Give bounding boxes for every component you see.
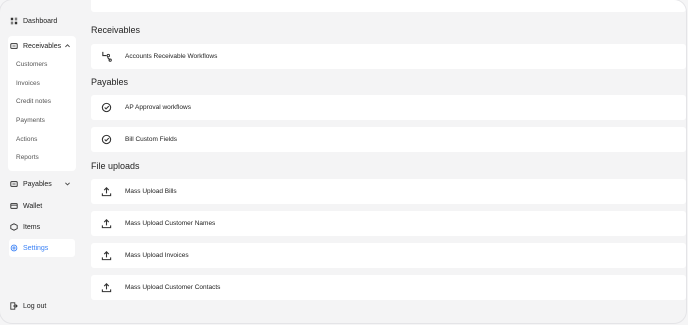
settings-row-label: Bill Custom Fields [125,136,178,143]
sidebar-item-invoices[interactable]: Invoices [16,80,40,87]
chevron-up-icon[interactable] [64,42,71,49]
settings-row-upload-invoices[interactable]: Mass Upload Invoices [91,243,686,268]
items-icon [10,223,18,231]
logout-icon [10,302,18,310]
section-title-receivables: Receivables [91,25,141,35]
section-title-file-uploads: File uploads [91,161,140,171]
sidebar-item-dashboard[interactable]: Dashboard [10,12,75,30]
settings-row-ap-workflows[interactable]: AP Approval workflows [91,95,686,120]
check-circle-icon [101,102,112,113]
settings-row-partial[interactable] [91,0,686,12]
sidebar-item-label: Settings [23,244,49,252]
sidebar-item-wallet[interactable]: Wallet [10,197,75,215]
settings-row-label: AP Approval workflows [125,104,191,111]
wallet-icon [10,203,18,209]
sidebar: Dashboard Receivables Customers Invoices… [0,0,84,323]
upload-icon [101,283,112,293]
chevron-down-icon[interactable] [64,180,71,187]
sidebar-item-label: Wallet [23,202,43,210]
sidebar-item-credit-notes[interactable]: Credit notes [16,98,51,105]
sidebar-item-reports[interactable]: Reports [16,154,39,161]
settings-row-upload-bills[interactable]: Mass Upload Bills [91,179,686,204]
settings-row-upload-customer-names[interactable]: Mass Upload Customer Names [91,211,686,236]
logout-button[interactable]: Log out [10,297,75,315]
upload-icon [101,187,112,197]
gear-icon [10,244,18,252]
sidebar-item-settings[interactable]: Settings [10,239,75,257]
settings-row-label: Mass Upload Invoices [125,252,189,259]
settings-row-bill-fields[interactable]: Bill Custom Fields [91,127,686,152]
sidebar-item-payments[interactable]: Payments [16,117,45,124]
sidebar-item-label: Dashboard [23,17,58,25]
settings-row-label: Mass Upload Customer Contacts [125,284,221,291]
settings-row-label: Mass Upload Bills [125,188,177,195]
check-circle-icon [101,134,112,145]
upload-icon [101,251,112,261]
settings-row-label: Mass Upload Customer Names [125,220,216,227]
receivables-icon [10,43,18,49]
sidebar-item-label: Items [23,223,41,231]
sidebar-item-items[interactable]: Items [10,218,75,236]
sidebar-item-label: Receivables [23,42,62,50]
dashboard-icon [10,17,18,25]
app-window: Dashboard Receivables Customers Invoices… [0,0,686,323]
payables-icon [10,181,18,187]
sidebar-item-label: Payables [23,180,52,188]
workflow-icon [102,51,112,62]
settings-content: Receivables Accounts Receivable Workflow… [91,0,686,323]
section-title-payables: Payables [91,77,129,87]
settings-row-label: Accounts Receivable Workflows [125,53,218,60]
sidebar-item-receivables[interactable]: Receivables [10,37,75,55]
upload-icon [101,219,112,229]
settings-row-upload-customer-contacts[interactable]: Mass Upload Customer Contacts [91,275,686,300]
sidebar-item-label: Log out [23,302,47,310]
sidebar-item-actions[interactable]: Actions [16,136,37,143]
sidebar-item-payables[interactable]: Payables [10,175,75,193]
sidebar-item-customers[interactable]: Customers [16,61,47,68]
settings-row-ar-workflows[interactable]: Accounts Receivable Workflows [91,44,686,69]
